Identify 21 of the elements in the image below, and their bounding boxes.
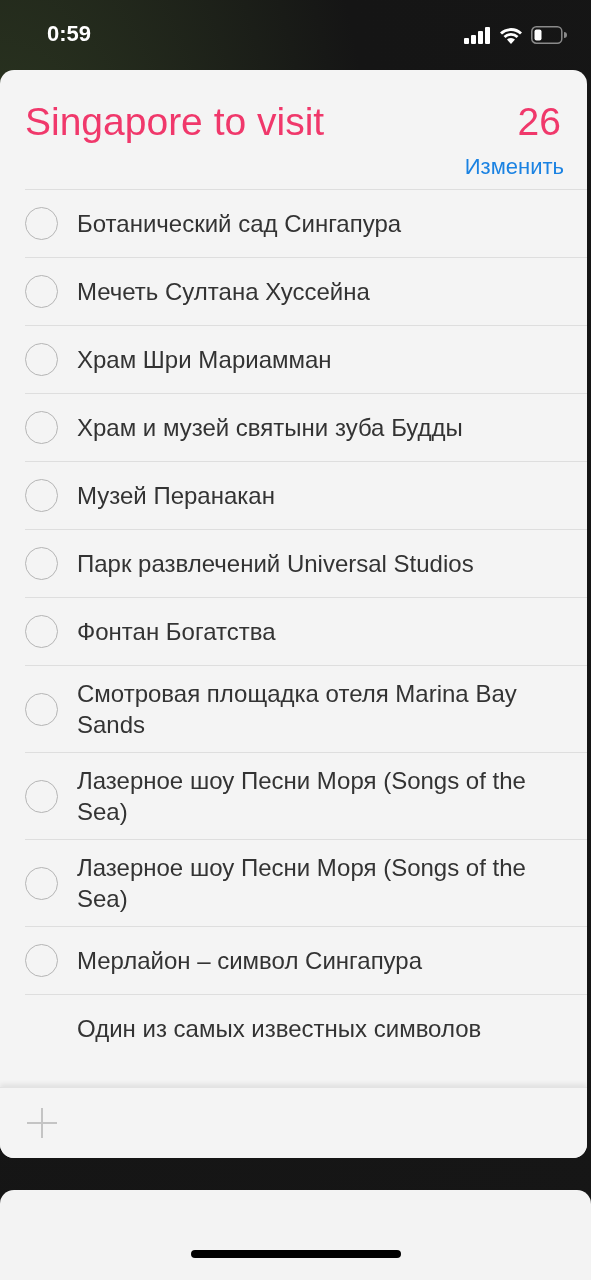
task-text: Храм и музей святыни зуба Будды	[77, 413, 463, 443]
task-text: Мерлайон – символ Сингапура	[77, 946, 423, 976]
task-text: Храм Шри Мариамман	[77, 345, 332, 375]
wifi-icon	[499, 26, 523, 44]
battery-icon	[531, 26, 567, 44]
task-text: Музей Перанакан	[77, 481, 275, 511]
signal-icon	[464, 26, 491, 44]
task-text: Мечеть Султана Хуссейна	[77, 277, 370, 307]
edit-link[interactable]: Изменить	[464, 154, 564, 189]
status-time: 0:59	[47, 21, 92, 48]
task-text: Лазерное шоу Песни Моря (Songs of the Sea)	[77, 853, 527, 914]
home-indicator[interactable]	[190, 1250, 401, 1258]
task-text: Смотровая площадка отеля Marina Bay Sands	[77, 679, 518, 740]
task-text: Парк развлечений Universal Studios	[77, 549, 474, 579]
list-title: Singapore to visit	[25, 100, 325, 144]
task-text: Фонтан Богатства	[77, 617, 276, 647]
task-text: Лазерное шоу Песни Моря (Songs of the Sea)	[77, 766, 527, 827]
add-icon[interactable]	[26, 1107, 58, 1139]
note-text: Один из самых известных символов	[77, 1014, 482, 1044]
task-text: Ботанический сад Сингапура	[77, 209, 402, 239]
item-count: 26	[517, 100, 561, 144]
